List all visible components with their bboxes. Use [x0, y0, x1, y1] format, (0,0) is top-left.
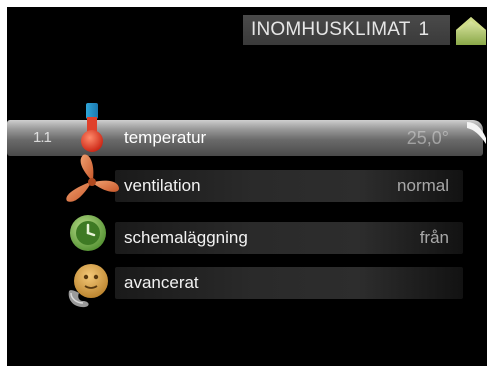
page-title: INOMHUSKLIMAT 1: [243, 19, 429, 41]
menu-item-label: temperatur: [124, 128, 207, 147]
advanced-face-icon: [68, 264, 108, 308]
menu-item-label: avancerat: [124, 273, 199, 292]
display-screen: INOMHUSKLIMAT 1 1.1 temperatur 25,0° ven…: [7, 7, 487, 366]
menu-item-label: ventilation: [124, 176, 201, 195]
thermometer-icon: [81, 103, 103, 152]
page-curl-icon: [467, 122, 486, 144]
menu-item-label: schemaläggning: [124, 228, 248, 247]
home-icon[interactable]: [454, 13, 487, 47]
menu-item-value: från: [419, 228, 449, 247]
header-bar: INOMHUSKLIMAT 1: [243, 15, 450, 45]
menu-item-value: normal: [397, 176, 449, 195]
header-number: 1: [418, 19, 430, 40]
clock-icon: [70, 215, 106, 251]
menu-item-number: 1.1: [33, 129, 52, 146]
menu-item-value: 25,0°: [406, 128, 449, 148]
fan-icon: [66, 154, 119, 202]
header-title-text: INOMHUSKLIMAT: [251, 19, 411, 40]
